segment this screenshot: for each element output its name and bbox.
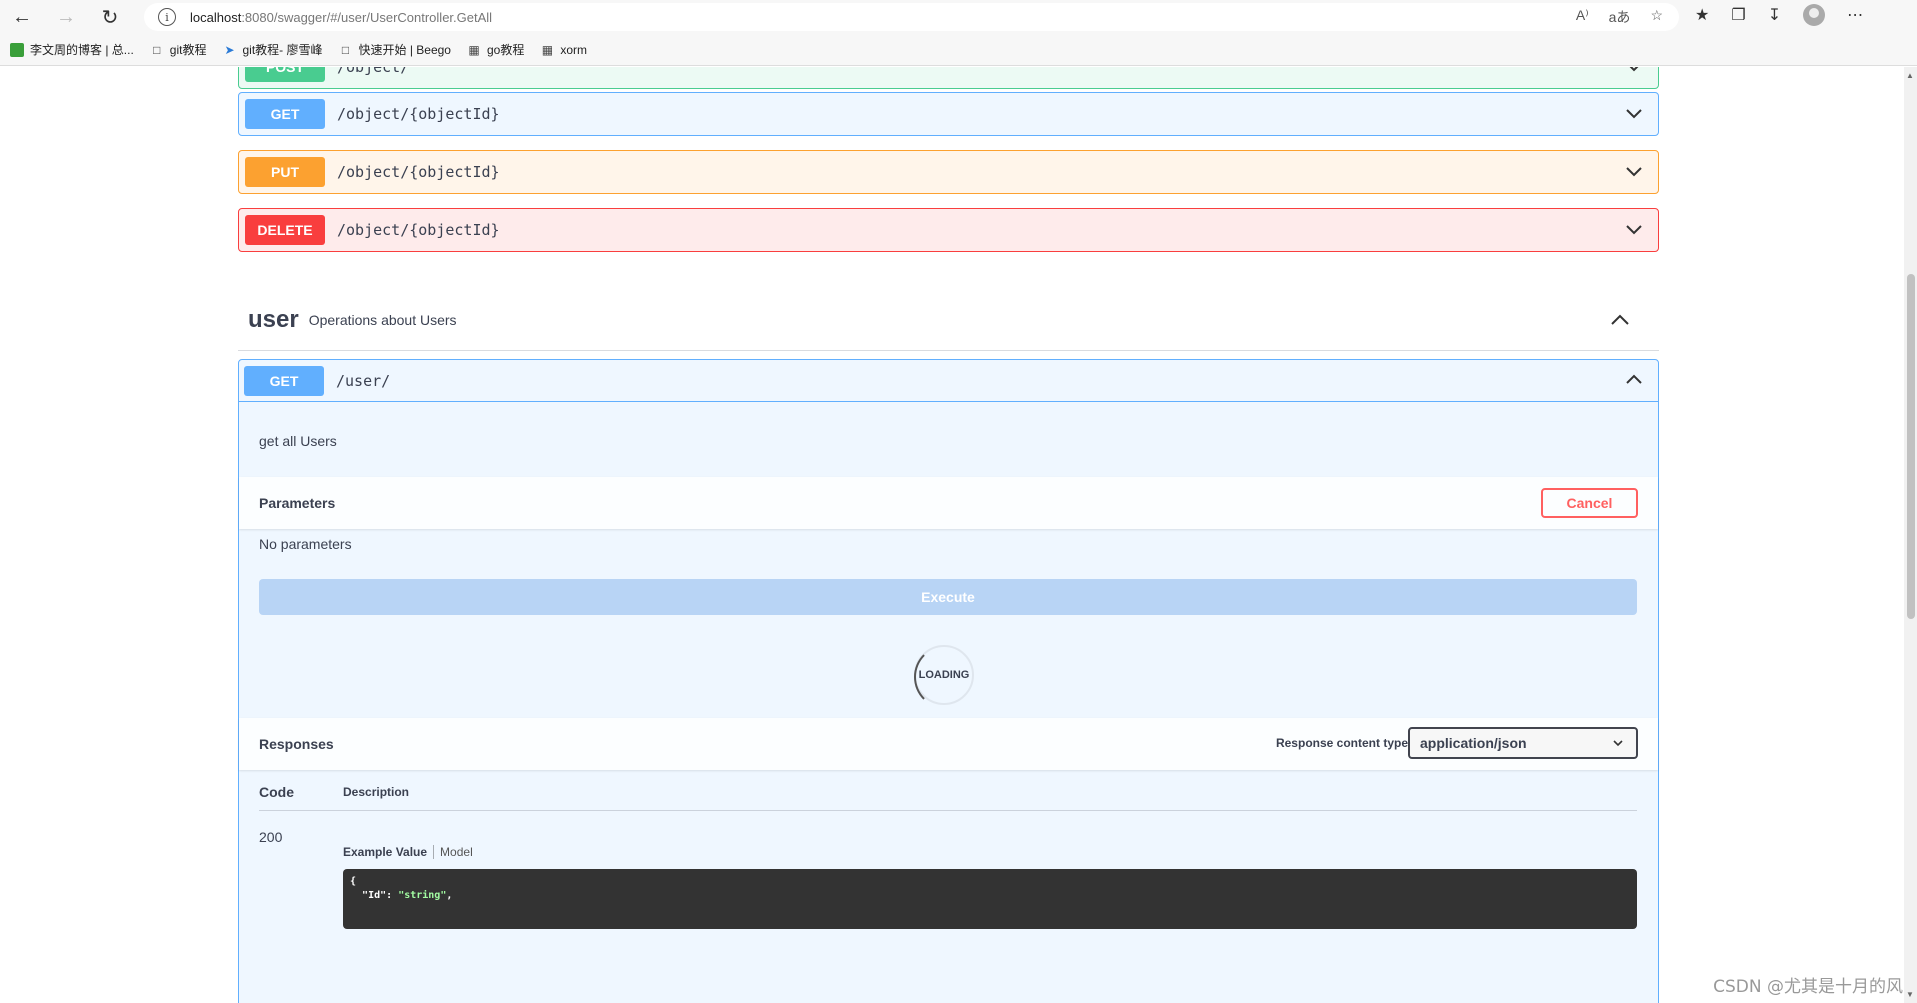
chevron-down-icon[interactable] xyxy=(1624,103,1644,123)
operation-get-object-id[interactable]: GET /object/{objectId} xyxy=(238,92,1659,136)
bookmark-item[interactable]: □ git教程 xyxy=(150,41,207,58)
operation-description: get all Users xyxy=(259,433,337,449)
execute-button[interactable]: Execute xyxy=(259,579,1637,615)
bookmark-label: 快速开始 | Beego xyxy=(358,43,452,57)
operation-path: /user/ xyxy=(336,371,391,390)
operation-path: /object/ xyxy=(337,67,410,76)
bookmark-label: git教程 xyxy=(169,43,207,57)
bookmark-label: git教程- 廖雪峰 xyxy=(242,43,323,57)
tab-model[interactable]: Model xyxy=(434,845,473,859)
responses-header: Responses Response content type applicat… xyxy=(239,718,1658,770)
selected-content-type: application/json xyxy=(1420,735,1527,751)
method-badge: GET xyxy=(245,99,325,129)
operation-path: /object/{objectId} xyxy=(337,105,500,123)
back-icon[interactable]: ← xyxy=(0,0,44,34)
method-badge: PUT xyxy=(245,157,325,187)
read-aloud-icon[interactable]: A⁾ xyxy=(1576,7,1589,27)
refresh-icon[interactable]: ↻ xyxy=(88,0,132,34)
page-viewport: POST /object/ GET /object/{objectId} PUT… xyxy=(0,67,1917,1003)
collections-icon[interactable]: ❐ xyxy=(1731,5,1745,25)
responses-table: Code Description 200 Example Value Model… xyxy=(259,773,1637,929)
operation-put-object-id[interactable]: PUT /object/{objectId} xyxy=(238,150,1659,194)
watermark-text: CSDN @尤其是十月的风 xyxy=(1713,977,1903,997)
operation-path: /object/{objectId} xyxy=(337,221,500,239)
bookmark-label: go教程 xyxy=(487,43,525,57)
example-code-block: { "Id": "string", xyxy=(343,869,1637,929)
scroll-down-icon[interactable]: ▼ xyxy=(1906,990,1914,999)
rocket-icon: ➤ xyxy=(224,42,235,57)
tag-section-user[interactable]: user Operations about Users xyxy=(238,289,1659,351)
forward-icon[interactable]: → xyxy=(44,0,88,34)
site-info-icon[interactable]: i xyxy=(158,8,176,26)
no-parameters-text: No parameters xyxy=(259,536,352,552)
code-line: "Id": "string", xyxy=(362,890,453,901)
bookmark-item[interactable]: ▦ xorm xyxy=(540,43,587,57)
loading-label: LOADING xyxy=(918,669,970,681)
cancel-button[interactable]: Cancel xyxy=(1541,488,1638,518)
operation-get-user-expanded: GET /user/ get all Users Parameters Canc… xyxy=(238,359,1659,1003)
translate-icon[interactable]: aあ xyxy=(1609,7,1631,27)
method-badge: POST xyxy=(245,67,325,82)
bookmark-item[interactable]: 李文周的博客 | 总... xyxy=(10,41,134,58)
chevron-down-icon[interactable] xyxy=(1624,161,1644,181)
chevron-down-icon xyxy=(1613,740,1623,747)
favorites-icon[interactable]: ★ xyxy=(1695,5,1709,25)
url-rest: :8080/swagger/#/user/UserController.GetA… xyxy=(241,9,493,25)
url-text[interactable]: localhost:8080/swagger/#/user/UserContro… xyxy=(190,10,492,25)
tab-example-value[interactable]: Example Value xyxy=(343,845,435,859)
url-host: localhost xyxy=(190,9,242,25)
parameters-header: Parameters Cancel xyxy=(239,477,1658,529)
bookmarks-bar: 李文周的博客 | 总... □ git教程 ➤ git教程- 廖雪峰 □ 快速开始 |… xyxy=(0,34,1917,66)
code-line: { xyxy=(350,876,357,887)
book-icon: ▦ xyxy=(541,42,554,57)
bookmark-item[interactable]: ➤ git教程- 廖雪峰 xyxy=(222,41,322,58)
page-scrollbar[interactable]: ▲ ▼ xyxy=(1904,67,1917,1003)
responses-table-header: Code Description xyxy=(259,773,1637,811)
browser-toolbar: ← → ↻ i localhost:8080/swagger/#/user/Us… xyxy=(0,0,1917,34)
parameters-title: Parameters xyxy=(259,495,336,511)
downloads-icon[interactable]: ↧ xyxy=(1768,5,1781,25)
response-code: 200 xyxy=(259,829,283,845)
operation-summary[interactable]: GET /user/ xyxy=(239,360,1658,402)
blog-favicon-icon xyxy=(10,42,24,57)
response-content-type-select[interactable]: application/json xyxy=(1408,727,1638,759)
chevron-up-icon[interactable] xyxy=(1609,309,1631,331)
bookmark-item[interactable]: □ 快速开始 | Beego xyxy=(339,41,452,58)
response-content-type-label: Response content type xyxy=(1275,736,1408,750)
code-value: "string" xyxy=(398,890,447,901)
method-badge: GET xyxy=(244,365,324,396)
tag-name: user xyxy=(248,305,299,333)
add-favorite-icon[interactable]: ☆ xyxy=(1650,7,1663,27)
method-badge: DELETE xyxy=(245,215,325,245)
address-bar[interactable]: i localhost:8080/swagger/#/user/UserCont… xyxy=(144,3,1679,31)
bookmark-item[interactable]: ▦ go教程 xyxy=(467,41,524,58)
example-tabs: Example Value Model xyxy=(343,845,473,859)
chevron-down-icon[interactable] xyxy=(1624,219,1644,239)
bookmark-label: xorm xyxy=(560,42,588,57)
column-code: Code xyxy=(259,783,294,800)
loading-spinner: LOADING xyxy=(914,645,974,709)
bookmark-label: 李文周的博客 | 总... xyxy=(30,43,134,57)
chevron-down-icon[interactable] xyxy=(1624,67,1644,76)
page-icon: □ xyxy=(341,42,350,57)
tag-description: Operations about Users xyxy=(308,311,457,328)
book-icon: ▦ xyxy=(468,42,480,57)
column-description: Description xyxy=(343,784,410,799)
profile-avatar[interactable] xyxy=(1803,4,1826,26)
operation-delete-object-id[interactable]: DELETE /object/{objectId} xyxy=(238,208,1659,252)
scroll-up-icon[interactable]: ▲ xyxy=(1906,71,1914,80)
operation-post-object[interactable]: POST /object/ xyxy=(238,67,1659,89)
page-icon: □ xyxy=(153,42,161,57)
code-key: "Id" xyxy=(362,890,387,901)
chevron-up-icon[interactable] xyxy=(1624,370,1644,390)
operation-path: /object/{objectId} xyxy=(337,163,500,181)
responses-title: Responses xyxy=(259,736,334,752)
more-menu-icon[interactable]: ⋯ xyxy=(1847,5,1863,25)
scrollbar-thumb[interactable] xyxy=(1907,274,1915,619)
